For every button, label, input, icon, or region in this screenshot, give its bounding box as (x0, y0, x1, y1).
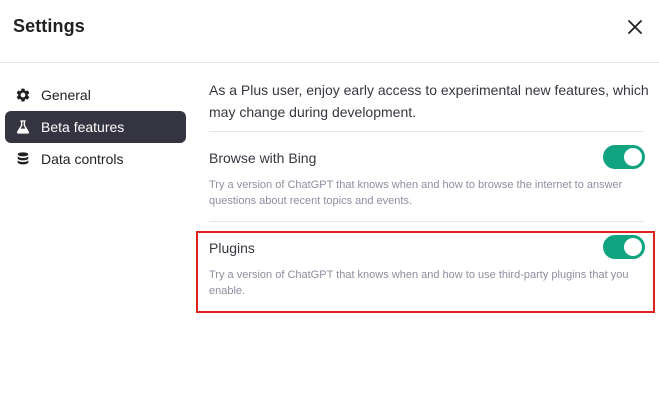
settings-sidebar: General Beta features Data controls (5, 79, 186, 175)
toggle-knob (624, 148, 642, 166)
feature-description-browse-with-bing: Try a version of ChatGPT that knows when… (209, 179, 623, 207)
sidebar-item-beta-features[interactable]: Beta features (5, 111, 186, 143)
flask-icon (14, 118, 32, 136)
browse-with-bing-toggle[interactable] (603, 145, 645, 169)
dialog-header: Settings (0, 0, 659, 63)
sidebar-item-label: Beta features (41, 119, 125, 135)
close-button[interactable] (624, 16, 646, 38)
sidebar-item-label: Data controls (41, 151, 124, 167)
dialog-title: Settings (13, 16, 85, 36)
sidebar-item-data-controls[interactable]: Data controls (5, 143, 186, 175)
feature-title-browse-with-bing: Browse with Bing (209, 150, 317, 166)
sidebar-item-label: General (41, 87, 91, 103)
divider (209, 221, 644, 222)
plugins-highlight-box (196, 231, 655, 313)
sidebar-item-general[interactable]: General (5, 79, 186, 111)
divider (209, 131, 644, 132)
intro-text: As a Plus user, enjoy early access to ex… (209, 82, 649, 120)
close-icon (628, 20, 642, 34)
database-icon (14, 150, 32, 168)
gear-icon (14, 86, 32, 104)
